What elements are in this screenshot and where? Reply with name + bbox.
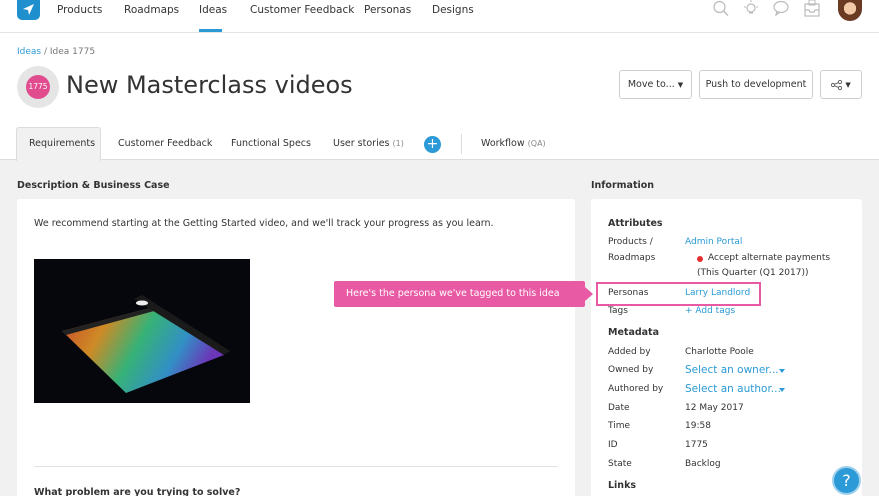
add-tab-button[interactable]: + — [424, 136, 441, 153]
tab-label: User stories — [333, 138, 390, 149]
release-status-dot — [697, 256, 703, 262]
share-button[interactable]: ▼ — [820, 70, 862, 99]
time-value[interactable]: 19:58 — [685, 421, 711, 431]
time-label: Time — [608, 421, 631, 431]
help-button[interactable]: ? — [832, 466, 861, 495]
tab-label: Functional Specs — [231, 138, 311, 149]
roadmaps-label: Roadmaps — [608, 253, 656, 263]
tab-count: (1) — [392, 139, 404, 148]
tab-user-stories[interactable]: User stories (1) — [333, 138, 404, 149]
persona-callout: Here's the persona we've tagged to this … — [334, 281, 585, 307]
tab-label: Customer Feedback — [118, 138, 213, 149]
problem-question-heading: What problem are you trying to solve? — [34, 487, 241, 496]
information-section-title: Information — [591, 180, 655, 191]
metadata-heading: Metadata — [608, 327, 660, 338]
added-by-value: Charlotte Poole — [685, 347, 754, 357]
id-label: ID — [608, 440, 618, 450]
tab-workflow[interactable]: Workflow (QA) — [481, 138, 546, 149]
laptop-image — [34, 259, 250, 403]
callout-arrow — [585, 287, 593, 301]
tab-label: Workflow — [481, 138, 525, 149]
id-value: 1775 — [685, 440, 708, 450]
caret-down-icon: ▼ — [677, 81, 684, 89]
lightbulb-icon[interactable] — [742, 0, 760, 18]
state-label: State — [608, 459, 632, 469]
links-heading: Links — [608, 480, 637, 491]
breadcrumb-current: Idea 1775 — [49, 47, 96, 57]
release-timeframe: (This Quarter (Q1 2017)) — [697, 268, 809, 278]
tab-functional-specs[interactable]: Functional Specs — [231, 138, 311, 149]
owned-by-label: Owned by — [608, 365, 654, 375]
top-nav: Products Roadmaps Ideas Customer Feedbac… — [0, 0, 879, 33]
owner-select[interactable]: Select an owner... — [685, 364, 779, 376]
move-to-button[interactable]: Move to... ▼ — [619, 70, 692, 99]
tab-count: (QA) — [527, 139, 546, 148]
inbox-icon[interactable] — [803, 0, 821, 18]
idea-id-number: 1775 — [26, 75, 50, 99]
date-label: Date — [608, 403, 630, 413]
author-dropdown-icon[interactable] — [779, 388, 785, 392]
tab-divider — [461, 134, 462, 154]
product-link[interactable]: Admin Portal — [685, 237, 742, 247]
breadcrumb: Ideas / Idea 1775 — [17, 47, 95, 57]
persona-highlight-box — [596, 282, 761, 306]
section-divider — [34, 466, 558, 467]
owner-dropdown-icon[interactable] — [779, 369, 785, 373]
idea-id-badge: 1775 — [17, 66, 59, 108]
laptop-illustration — [62, 295, 230, 393]
nav-item-designs[interactable]: Designs — [432, 4, 474, 16]
search-icon[interactable] — [712, 0, 730, 18]
description-text[interactable]: We recommend starting at the Getting Sta… — [34, 218, 494, 229]
avatar[interactable] — [838, 0, 862, 21]
breadcrumb-ideas-link[interactable]: Ideas — [17, 47, 41, 57]
added-by-label: Added by — [608, 347, 651, 357]
date-value[interactable]: 12 May 2017 — [685, 403, 744, 413]
breadcrumb-separator: / — [43, 47, 48, 57]
nav-item-ideas[interactable]: Ideas — [199, 4, 227, 16]
tab-bar-border — [0, 159, 879, 160]
add-tags-link[interactable]: + Add tags — [685, 306, 735, 316]
move-to-label: Move to... — [627, 79, 675, 90]
plus-icon: + — [426, 136, 439, 152]
page-title[interactable]: New Masterclass videos — [66, 71, 353, 99]
share-icon — [831, 79, 843, 90]
tab-customer-feedback[interactable]: Customer Feedback — [118, 138, 212, 149]
authored-by-label: Authored by — [608, 384, 664, 394]
state-value[interactable]: Backlog — [685, 459, 721, 469]
nav-item-products[interactable]: Products — [57, 4, 102, 16]
chat-icon[interactable] — [772, 0, 790, 18]
author-select[interactable]: Select an author... — [685, 383, 781, 395]
tab-requirements[interactable]: Requirements — [16, 127, 101, 161]
tab-label: Requirements — [29, 138, 96, 149]
nav-item-customer-feedback[interactable]: Customer Feedback — [250, 4, 354, 16]
push-to-development-button[interactable]: Push to development — [699, 70, 813, 99]
caret-down-icon: ▼ — [845, 81, 851, 89]
nav-item-personas[interactable]: Personas — [364, 4, 411, 16]
tags-label: Tags — [608, 306, 628, 316]
products-label: Products / — [608, 237, 653, 247]
description-section-title: Description & Business Case — [17, 180, 170, 191]
nav-item-roadmaps[interactable]: Roadmaps — [124, 4, 179, 16]
nav-active-indicator — [199, 29, 222, 32]
attributes-heading: Attributes — [608, 218, 663, 229]
release-name[interactable]: Accept alternate payments — [708, 253, 830, 263]
logo-icon[interactable] — [17, 0, 40, 20]
